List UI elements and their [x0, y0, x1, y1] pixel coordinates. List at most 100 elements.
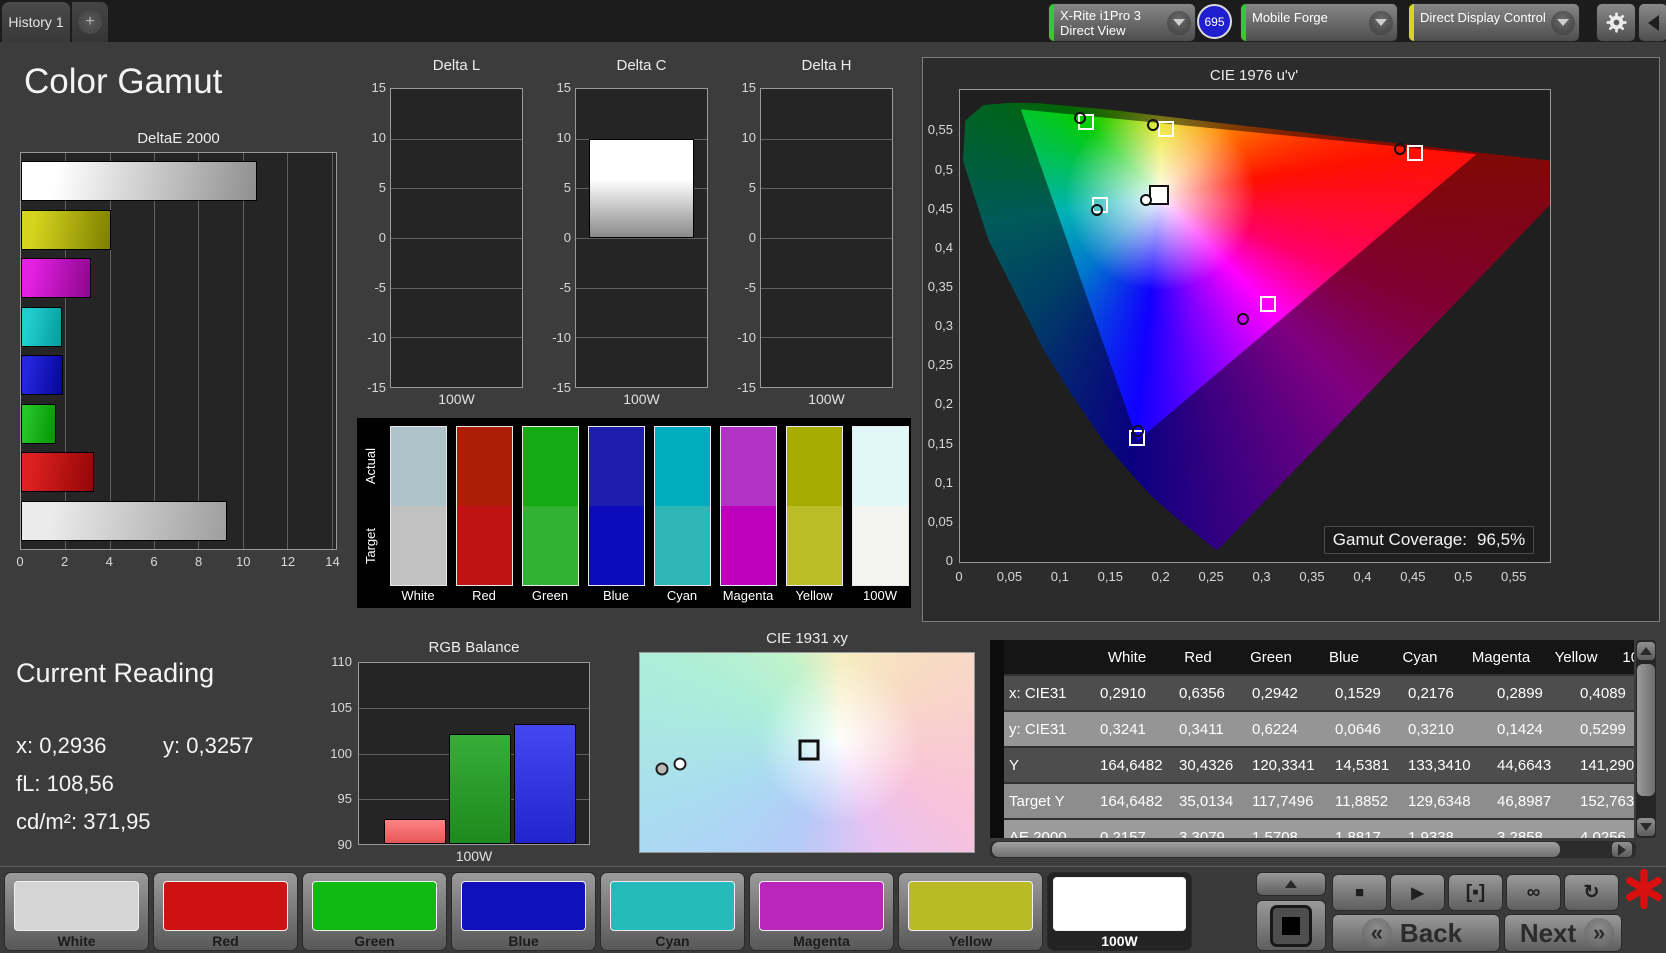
patch-label: Yellow	[948, 933, 993, 949]
scroll-right-button[interactable]	[1612, 842, 1632, 857]
settings-button[interactable]	[1596, 3, 1636, 42]
axis-tick-label: 0,2	[934, 396, 953, 412]
axis-tick-label: -10	[737, 330, 756, 345]
cell: 14,5381	[1335, 756, 1390, 774]
add-tab-button[interactable]: +	[72, 2, 108, 42]
bar-blue	[514, 723, 576, 844]
table-row-target-y[interactable]: Target Y 164,6482 35,0134 117,7496 11,8852 12…	[1004, 784, 1634, 820]
cell: 11,8852	[1335, 792, 1389, 810]
measured-marker-magenta	[1237, 313, 1250, 326]
cell: 0,3210	[1408, 720, 1454, 738]
axis-tick-label: 0,5	[934, 161, 953, 177]
vertical-scroll-thumb[interactable]	[1637, 664, 1655, 796]
patch-button-100w[interactable]: 100W	[1047, 872, 1192, 951]
collapse-controls-button[interactable]	[1256, 872, 1326, 896]
unsaved-session-asterisk-icon	[1625, 869, 1663, 909]
axis-tick-label: 10	[236, 554, 251, 569]
patch-button-green[interactable]: Green	[302, 872, 447, 951]
axis-tick-label: 2	[61, 554, 69, 569]
swatch-column-cyan	[654, 426, 711, 586]
axis-tick-label: 0,1	[1050, 569, 1069, 584]
meter-device-mode: Direct View	[1060, 22, 1126, 38]
bar-white	[21, 161, 257, 202]
patch-label: White	[57, 933, 96, 949]
deltae2000-plot	[20, 152, 337, 550]
patch-swatch	[759, 881, 884, 931]
chevron-up-icon	[1285, 880, 1297, 888]
table-row-y[interactable]: Y 164,6482 30,4326 120,3341 14,5381 133,3410 4…	[1004, 748, 1634, 784]
swatch-column-green	[522, 426, 579, 586]
actual-target-swatch-strip: Actual Target White Red Green Blue Cyan Magenta…	[357, 418, 911, 608]
bar-row	[21, 403, 336, 444]
cie1976-plot: Gamut Coverage: 96,5%	[959, 89, 1551, 563]
meter-device-selector[interactable]: X-Rite i1Pro 3 Direct View	[1048, 3, 1196, 42]
axis-tick-label: 15	[741, 80, 756, 95]
actual-swatch	[787, 427, 842, 506]
scroll-up-button[interactable]	[1637, 642, 1655, 660]
patch-button-blue[interactable]: Blue	[451, 872, 596, 951]
measured-marker-yellow	[1147, 118, 1160, 131]
patch-button-white[interactable]: White	[4, 872, 149, 951]
pattern-window-button[interactable]	[1256, 900, 1326, 951]
cell: 164,6482	[1100, 792, 1163, 810]
axis-tick-label: 5	[378, 180, 386, 195]
cie1931-plot	[639, 652, 975, 853]
cell: 1,9338	[1408, 828, 1454, 839]
table-row--e-2000[interactable]: ΔE 2000 0,2157 3,3079 1,5708 1,8817 1,9338 3,2…	[1004, 820, 1634, 838]
target-swatch	[721, 506, 776, 585]
table-row-x-cie31[interactable]: x: CIE31 0,2910 0,6356 0,2942 0,1529 0,2176 0,…	[1004, 676, 1634, 712]
chart-title: Delta L	[432, 57, 481, 74]
axis-tick-label: 0,1	[934, 474, 953, 490]
axis-tick-label: 0,45	[1400, 569, 1426, 584]
tab-history-1[interactable]: History 1	[2, 2, 70, 42]
axis-tick-label: 0,15	[927, 435, 953, 451]
axis-tick-label: -15	[737, 380, 756, 395]
play-button[interactable]: ▶	[1390, 874, 1445, 911]
reading-x: x: 0,2936	[16, 733, 107, 758]
axis-tick-label: 0	[563, 230, 571, 245]
cell: 117,7496	[1252, 792, 1314, 810]
reading-y: y: 0,3257	[163, 733, 254, 758]
chart-title: DeltaE 2000	[137, 130, 220, 147]
table-row-y-cie31[interactable]: y: CIE31 0,3241 0,3411 0,6224 0,0646 0,3210 0,…	[1004, 712, 1634, 748]
bar-row	[21, 209, 336, 250]
axis-tick-label: 0,5	[1454, 569, 1473, 584]
patch-button-yellow[interactable]: Yellow	[898, 872, 1043, 951]
bar-group	[21, 153, 336, 549]
axis-tick-label: -5	[744, 280, 756, 295]
next-label: Next	[1519, 917, 1577, 948]
back-button[interactable]: « Back	[1332, 914, 1500, 952]
scroll-down-button[interactable]	[1637, 818, 1655, 836]
source-selector[interactable]: Mobile Forge	[1240, 3, 1398, 42]
collapse-panel-button[interactable]	[1638, 3, 1666, 42]
axis-category-label: 100W	[438, 391, 475, 407]
axis-tick-label: 10	[556, 130, 571, 145]
horizontal-scroll-thumb[interactable]	[992, 842, 1560, 857]
swatch-label: Red	[472, 588, 496, 603]
cell: 0,4089	[1580, 684, 1626, 702]
axis-tick-label: -15	[552, 380, 571, 395]
next-button[interactable]: Next »	[1504, 914, 1622, 952]
patch-button-magenta[interactable]: Magenta	[749, 872, 894, 951]
patch-swatch	[461, 881, 586, 931]
chevron-right-icon: »	[1584, 918, 1615, 948]
stop-button[interactable]: ■	[1332, 874, 1387, 911]
patch-swatch	[163, 881, 288, 931]
reading-count-badge[interactable]: 695	[1197, 4, 1232, 39]
cell: 0,2157	[1100, 828, 1146, 839]
measurement-table: White Red Green Blue Cyan Magenta Yellow 100W x:…	[990, 640, 1634, 838]
refresh-button[interactable]: ↻	[1564, 874, 1619, 911]
bar-row	[21, 355, 336, 396]
gridline	[576, 238, 707, 239]
reading-fl: fL: 108,56	[16, 771, 114, 796]
cell: 46,8987	[1497, 792, 1552, 810]
display-control-selector[interactable]: Direct Display Control	[1408, 3, 1580, 42]
measure-continuous-button[interactable]: ∞	[1506, 874, 1561, 911]
patch-button-cyan[interactable]: Cyan	[600, 872, 745, 951]
actual-swatch	[721, 427, 776, 506]
column-header: 100W	[1622, 648, 1634, 666]
measure-single-button[interactable]: [▪]	[1448, 874, 1503, 911]
axis-tick-label: 0,25	[927, 357, 953, 373]
cell: 120,3341	[1252, 756, 1315, 774]
patch-button-red[interactable]: Red	[153, 872, 298, 951]
